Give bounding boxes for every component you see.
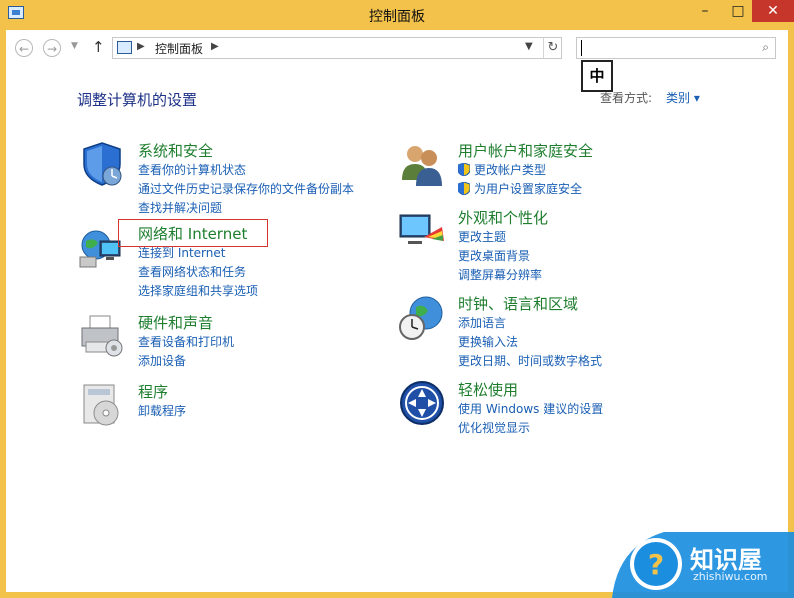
breadcrumb-chevron-icon[interactable]: ▶ bbox=[211, 41, 219, 52]
link-homegroup-sharing[interactable]: 选择家庭组和共享选项 bbox=[138, 282, 258, 299]
uac-shield-icon bbox=[458, 163, 470, 176]
category-title[interactable]: 外观和个性化 bbox=[458, 207, 548, 228]
svg-text:?: ? bbox=[648, 548, 664, 581]
category-title[interactable]: 硬件和声音 bbox=[138, 312, 213, 333]
up-button[interactable]: ↑ bbox=[92, 38, 105, 56]
category-title[interactable]: 时钟、语言和区域 bbox=[458, 293, 578, 314]
view-by-label: 查看方式: bbox=[600, 91, 653, 105]
link-change-theme[interactable]: 更改主题 bbox=[458, 228, 506, 245]
client-area: ← → ▼ ↑ ▶ 控制面板 ▶ ▼ ↻ ⌕ 中 调整计算机的设置 查看方式: … bbox=[6, 30, 788, 592]
link-screen-resolution[interactable]: 调整屏幕分辨率 bbox=[458, 266, 542, 283]
close-button[interactable]: ✕ bbox=[752, 0, 794, 22]
link-uninstall-program[interactable]: 卸载程序 bbox=[138, 402, 186, 419]
breadcrumb-chevron-icon[interactable]: ▶ bbox=[137, 41, 145, 52]
link-view-computer-status[interactable]: 查看你的计算机状态 bbox=[138, 161, 246, 178]
category-title[interactable]: 程序 bbox=[138, 381, 168, 402]
uac-shield-icon bbox=[458, 182, 470, 195]
view-by-dropdown[interactable]: 类别 ▾ bbox=[666, 89, 700, 106]
control-panel-window: 控制面板 – □ ✕ ← → ▼ ↑ ▶ 控制面板 ▶ ▼ ↻ ⌕ 中 调整计算… bbox=[0, 0, 794, 598]
link-devices-printers[interactable]: 查看设备和打印机 bbox=[138, 333, 234, 350]
breadcrumb-control-panel[interactable]: 控制面板 bbox=[155, 40, 203, 57]
link-file-history-backup[interactable]: 通过文件历史记录保存你的文件备份副本 bbox=[138, 180, 354, 197]
recent-locations-dropdown[interactable]: ▼ bbox=[71, 41, 78, 51]
link-add-language[interactable]: 添加语言 bbox=[458, 314, 506, 331]
category-title[interactable]: 用户帐户和家庭安全 bbox=[458, 140, 593, 161]
link-desktop-background[interactable]: 更改桌面背景 bbox=[458, 247, 530, 264]
link-add-device[interactable]: 添加设备 bbox=[138, 352, 186, 369]
window-title: 控制面板 bbox=[369, 9, 425, 25]
programs-disc-icon[interactable] bbox=[78, 381, 126, 429]
printer-icon[interactable] bbox=[78, 312, 126, 360]
title-bar[interactable]: 控制面板 – □ ✕ bbox=[0, 0, 794, 30]
chevron-down-icon: ▼ bbox=[71, 41, 78, 51]
page-title: 调整计算机的设置 bbox=[77, 91, 198, 109]
back-button[interactable]: ← bbox=[15, 39, 33, 57]
minimize-button[interactable]: – bbox=[686, 0, 724, 22]
arrow-up-icon: ↑ bbox=[92, 38, 105, 56]
control-panel-icon bbox=[117, 41, 132, 54]
search-icon[interactable]: ⌕ bbox=[762, 40, 769, 55]
navigation-bar: ← → ▼ ↑ ▶ 控制面板 ▶ ▼ ↻ ⌕ bbox=[6, 30, 788, 66]
address-dropdown-icon[interactable]: ▼ bbox=[525, 41, 533, 52]
watermark-subtext: zhishiwu.com bbox=[693, 570, 768, 583]
category-title[interactable]: 系统和安全 bbox=[138, 140, 213, 161]
arrow-left-icon: ← bbox=[18, 42, 30, 56]
search-input[interactable] bbox=[581, 40, 752, 56]
ime-indicator: 中 bbox=[581, 60, 613, 92]
link-optimize-visual-display[interactable]: 优化视觉显示 bbox=[458, 419, 530, 436]
search-box[interactable]: ⌕ bbox=[576, 37, 776, 59]
highlight-box bbox=[118, 219, 268, 247]
display-palette-icon[interactable] bbox=[398, 207, 446, 255]
link-change-account-type[interactable]: 更改帐户类型 bbox=[474, 161, 546, 178]
clock-globe-icon[interactable] bbox=[398, 293, 446, 341]
refresh-button[interactable]: ↻ bbox=[543, 38, 562, 58]
forward-button[interactable]: → bbox=[43, 39, 61, 57]
address-bar[interactable]: ▶ 控制面板 ▶ ▼ ↻ bbox=[112, 37, 562, 59]
arrow-right-icon: → bbox=[46, 42, 58, 56]
link-troubleshoot[interactable]: 查找并解决问题 bbox=[138, 199, 222, 216]
link-family-safety[interactable]: 为用户设置家庭安全 bbox=[474, 180, 582, 197]
link-change-input-method[interactable]: 更换输入法 bbox=[458, 333, 518, 350]
link-date-time-format[interactable]: 更改日期、时间或数字格式 bbox=[458, 352, 602, 369]
maximize-button[interactable]: □ bbox=[724, 0, 752, 22]
shield-icon[interactable] bbox=[78, 140, 126, 188]
link-network-status[interactable]: 查看网络状态和任务 bbox=[138, 263, 246, 280]
category-title[interactable]: 轻松使用 bbox=[458, 379, 518, 400]
ease-of-access-icon[interactable] bbox=[398, 379, 446, 427]
users-icon[interactable] bbox=[398, 140, 446, 188]
refresh-icon: ↻ bbox=[547, 40, 559, 55]
link-windows-recommended-settings[interactable]: 使用 Windows 建议的设置 bbox=[458, 400, 603, 417]
